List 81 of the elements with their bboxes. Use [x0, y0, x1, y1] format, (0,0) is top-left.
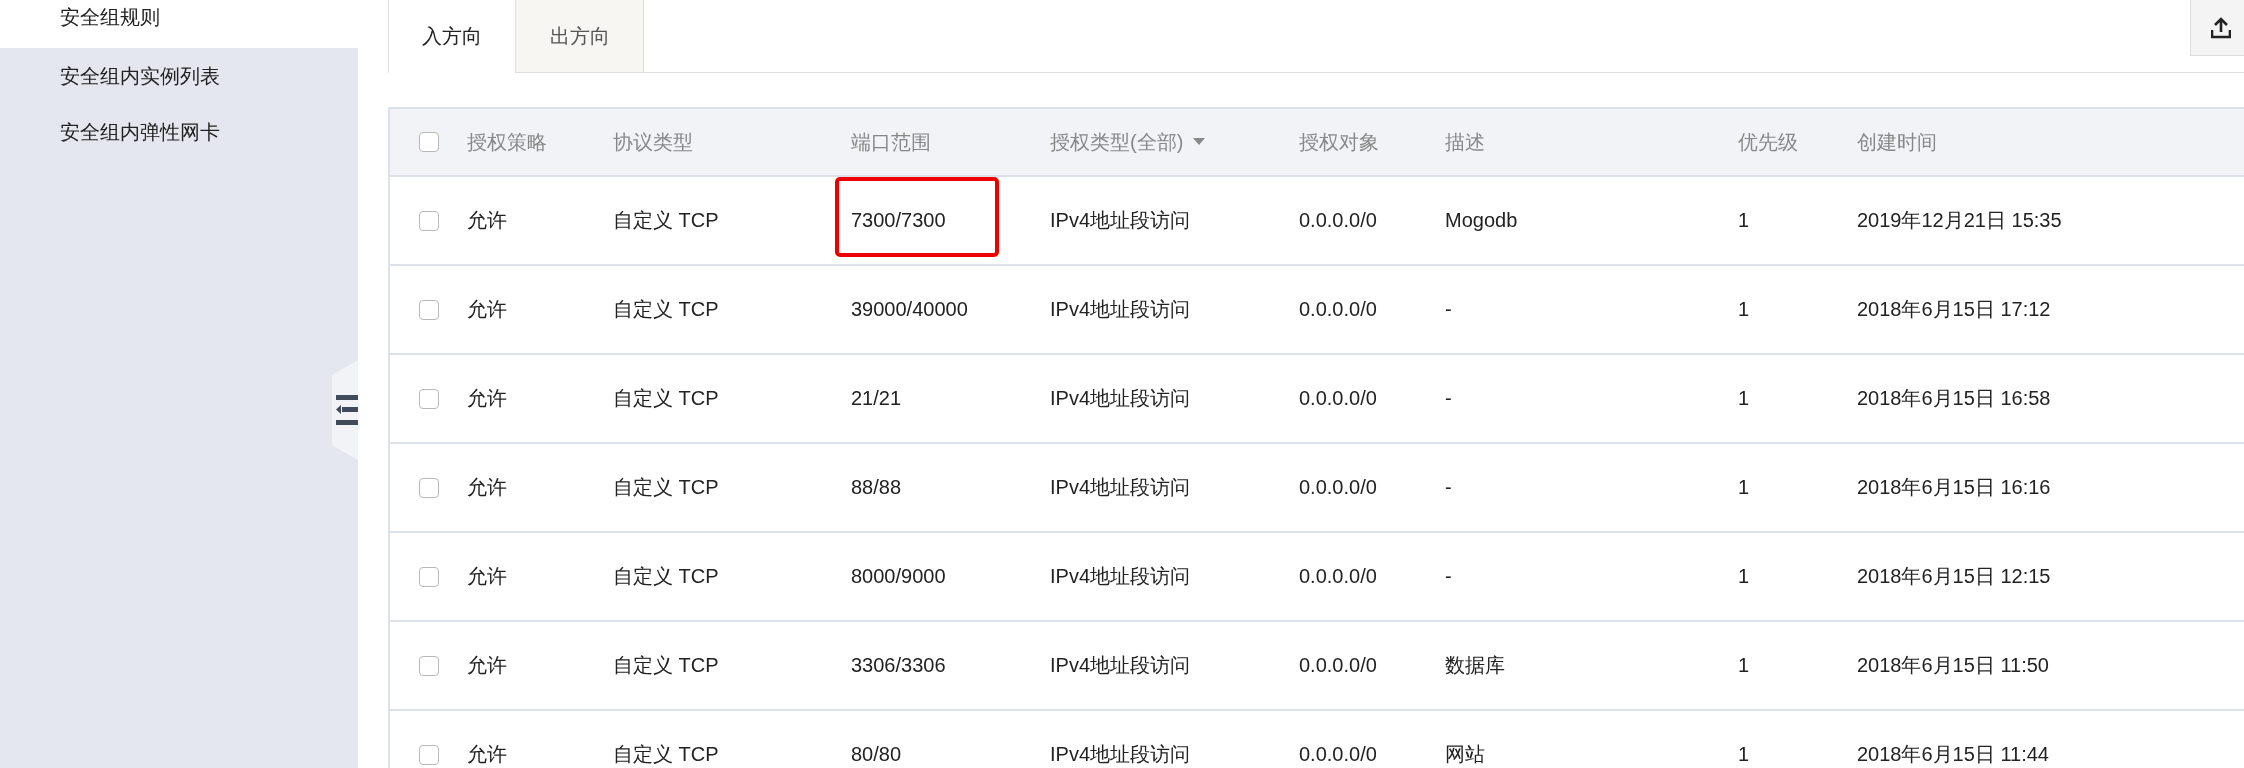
table-cell-text: 自定义 TCP	[613, 386, 719, 411]
table-cell-text: IPv4地址段访问	[1050, 742, 1191, 767]
table-cell-text: IPv4地址段访问	[1050, 297, 1191, 322]
upload-button[interactable]	[2190, 0, 2244, 56]
checkbox[interactable]	[419, 477, 439, 498]
table-cell: 0.0.0.0/0	[1299, 476, 1377, 499]
checkbox[interactable]	[419, 132, 439, 152]
table-cell: 1	[1738, 565, 1750, 588]
table-cell: 1	[1738, 387, 1750, 410]
column-header: 创建时间	[1857, 129, 1937, 155]
table-cell: 7300/7300	[851, 209, 946, 232]
table-cell-text: 网站	[1445, 742, 1485, 767]
sidebar-item[interactable]: 安全组规则	[0, 0, 358, 48]
table-cell-text: IPv4地址段访问	[1050, 475, 1191, 500]
table-cell-text: IPv4地址段访问	[1050, 653, 1191, 678]
table-cell: 0.0.0.0/0	[1299, 743, 1377, 766]
collapse-icon	[336, 395, 358, 425]
tab[interactable]: 出方向	[516, 0, 644, 73]
table-cell-text: 允许	[467, 653, 507, 678]
table-cell: 0.0.0.0/0	[1299, 209, 1377, 232]
table-cell-text: 自定义 TCP	[613, 208, 719, 233]
table-cell: 88/88	[851, 476, 902, 499]
table-cell: 1	[1738, 209, 1750, 232]
column-header: 端口范围	[851, 129, 931, 155]
checkbox[interactable]	[419, 744, 439, 765]
column-header: 优先级	[1738, 129, 1798, 155]
table-cell-text: 2018年6月15日 16:58	[1857, 386, 2051, 411]
table-cell: 8000/9000	[851, 565, 946, 588]
column-header: 协议类型	[613, 129, 693, 155]
table-cell-text: 自定义 TCP	[613, 653, 719, 678]
sidebar-item[interactable]: 安全组内弹性网卡	[0, 104, 358, 160]
checkbox[interactable]	[419, 299, 439, 320]
table-cell-text: 允许	[467, 564, 507, 589]
table-cell-text: 2019年12月21日 15:35	[1857, 208, 2062, 233]
upload-icon	[2211, 16, 2231, 39]
column-header: 授权对象	[1299, 129, 1379, 155]
checkbox[interactable]	[419, 388, 439, 409]
table-cell: 80/80	[851, 743, 902, 766]
table-cell-text: 允许	[467, 475, 507, 500]
table-cell-text: 2018年6月15日 17:12	[1857, 297, 2051, 322]
table-cell: 0.0.0.0/0	[1299, 298, 1377, 321]
table-cell-text: 2018年6月15日 11:44	[1857, 742, 2049, 767]
sidebar-item[interactable]: 安全组内实例列表	[0, 48, 358, 104]
table-cell: 0.0.0.0/0	[1299, 654, 1377, 677]
table-cell: -	[1445, 387, 1452, 410]
table-cell-text: 自定义 TCP	[613, 297, 719, 322]
table-cell: 0.0.0.0/0	[1299, 387, 1377, 410]
table-cell-text: 2018年6月15日 12:15	[1857, 564, 2051, 589]
table-cell-text: 2018年6月15日 16:16	[1857, 475, 2051, 500]
table-cell-text: IPv4地址段访问	[1050, 208, 1191, 233]
column-header: 描述	[1445, 129, 1485, 155]
table-cell-text: 允许	[467, 208, 507, 233]
column-header: 授权类型(全部)	[1050, 129, 1184, 155]
table-cell-text: IPv4地址段访问	[1050, 386, 1191, 411]
table-cell: 1	[1738, 654, 1750, 677]
table-cell-text: 数据库	[1445, 653, 1505, 678]
table-cell-text: IPv4地址段访问	[1050, 564, 1191, 589]
column-header: 授权策略	[467, 129, 547, 155]
table-cell: -	[1445, 298, 1452, 321]
table-cell: Mogodb	[1445, 209, 1518, 232]
checkbox[interactable]	[419, 566, 439, 587]
caret-icon[interactable]	[1193, 138, 1206, 146]
table-cell: -	[1445, 565, 1452, 588]
table-cell: 0.0.0.0/0	[1299, 565, 1377, 588]
tab[interactable]: 入方向	[388, 0, 516, 73]
table-cell-text: 允许	[467, 297, 507, 322]
checkbox[interactable]	[419, 210, 439, 231]
table-cell: 1	[1738, 476, 1750, 499]
table-cell-text: 允许	[467, 742, 507, 767]
table-cell: 3306/3306	[851, 654, 946, 677]
table-cell: 1	[1738, 743, 1750, 766]
table-cell-text: 自定义 TCP	[613, 742, 719, 767]
table-cell: 39000/40000	[851, 298, 968, 321]
table-cell-text: 自定义 TCP	[613, 564, 719, 589]
table-cell: 1	[1738, 298, 1750, 321]
checkbox[interactable]	[419, 655, 439, 676]
table-cell-text: 允许	[467, 386, 507, 411]
table-cell: 21/21	[851, 387, 902, 410]
table-cell-text: 2018年6月15日 11:50	[1857, 653, 2049, 678]
table-cell-text: 自定义 TCP	[613, 475, 719, 500]
table-cell: -	[1445, 476, 1452, 499]
